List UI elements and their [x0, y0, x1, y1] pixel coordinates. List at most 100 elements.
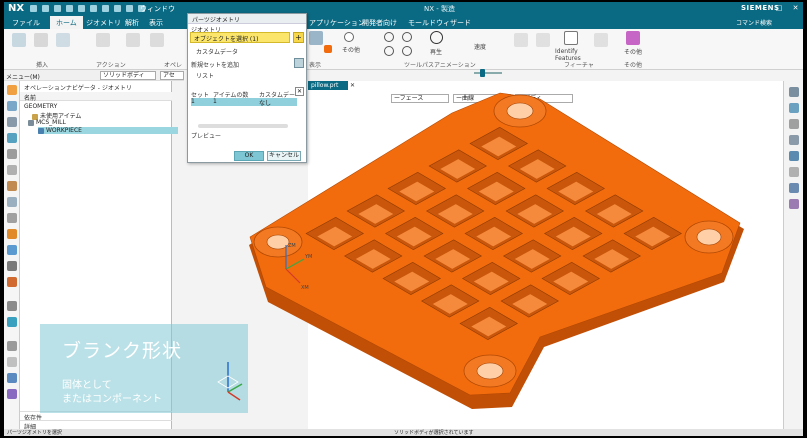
redo-icon[interactable] — [54, 5, 61, 12]
command-search[interactable]: コマンド検索 — [736, 18, 772, 27]
speed-slider-knob[interactable] — [480, 69, 485, 77]
display-icon[interactable] — [309, 31, 323, 45]
caption-overlay: ブランク形状 固体として またはコンポーネント — [40, 324, 248, 413]
paste-icon[interactable] — [90, 5, 97, 12]
copy-icon[interactable] — [78, 5, 85, 12]
save-icon[interactable] — [30, 5, 37, 12]
tab-application[interactable]: アプリケーション — [309, 18, 365, 28]
custom-data-section[interactable]: カスタムデータ — [196, 47, 238, 56]
add-new-set-button[interactable] — [294, 58, 304, 68]
cancel-button[interactable]: キャンセル — [267, 151, 301, 161]
touch-icon[interactable] — [114, 5, 121, 12]
tab-developer[interactable]: 開発者向け — [362, 18, 397, 28]
assembly-navigator-icon[interactable] — [7, 117, 17, 127]
dropdown-icon[interactable] — [126, 5, 133, 12]
web-browser-icon[interactable] — [7, 197, 17, 207]
postprocess-icon[interactable] — [150, 33, 164, 47]
chart-icon[interactable] — [7, 373, 17, 383]
tree-item-workpiece[interactable]: WORKPIECE — [38, 127, 178, 134]
cut-icon[interactable] — [66, 5, 73, 12]
document-icon[interactable] — [7, 357, 17, 367]
identify-features-icon[interactable] — [564, 31, 578, 45]
tab-view[interactable]: 表示 — [149, 18, 163, 28]
set-list-table: セット アイテムの数 カスタムデー 1 1 なし — [191, 90, 297, 107]
assembly-filter[interactable]: アセ — [160, 71, 184, 80]
analysis-icon[interactable] — [7, 389, 17, 399]
group-toolpath-animation: ツールパスアニメーション — [404, 62, 476, 69]
hd3d-icon[interactable] — [7, 181, 17, 191]
view-rotate-icon[interactable] — [789, 119, 799, 129]
step-back-icon[interactable] — [402, 32, 412, 42]
part-navigator-icon[interactable] — [7, 101, 17, 111]
type-filter[interactable]: ソリッドボディ — [100, 71, 156, 80]
palette-icon[interactable] — [7, 277, 17, 287]
table-row[interactable]: 1 1 なし — [191, 98, 297, 107]
layer-icon[interactable] — [789, 183, 799, 193]
preview-section[interactable]: プレビュー — [191, 131, 221, 140]
play-icon[interactable] — [430, 31, 443, 44]
create-geometry-icon[interactable] — [56, 33, 70, 47]
other-label-2: その他 — [624, 49, 643, 56]
system-scene-icon[interactable] — [7, 261, 17, 271]
view-style-icon[interactable] — [789, 167, 799, 177]
speed-slider[interactable] — [474, 72, 502, 74]
tools-icon[interactable] — [7, 301, 17, 311]
more-icon[interactable] — [344, 32, 354, 42]
select-object-row[interactable]: オブジェクトを選択 (1) — [190, 32, 290, 43]
rewind-icon[interactable] — [384, 32, 394, 42]
remove-set-icon[interactable]: ✕ — [295, 87, 304, 96]
roles-icon[interactable] — [7, 245, 17, 255]
clock-icon[interactable] — [7, 341, 17, 351]
details-panel[interactable]: 詳細 — [20, 420, 172, 431]
tab-analysis[interactable]: 解析 — [125, 18, 139, 28]
ribbon-tabs: ファイル ホーム ジオメトリ 解析 表示 アプリケーション 開発者向け モールド… — [4, 16, 803, 29]
tab-file[interactable]: ファイル — [12, 18, 40, 28]
stop-icon[interactable] — [384, 46, 394, 56]
verify-path-icon[interactable] — [126, 33, 140, 47]
create-tool-icon[interactable] — [34, 33, 48, 47]
history-icon[interactable] — [7, 213, 17, 223]
tab-home[interactable]: ホーム — [50, 16, 83, 29]
window-controls[interactable]: – □ ✕ — [762, 4, 802, 12]
undo-icon[interactable] — [42, 5, 49, 12]
repeat-icon[interactable] — [102, 5, 109, 12]
other-tools-icon[interactable] — [626, 31, 640, 45]
view-orient-icon[interactable] — [789, 151, 799, 161]
add-selection-icon[interactable]: + — [293, 32, 304, 43]
nx-window: NX ウィンドウ NX - 製造 SIEMENS – □ ✕ ファイル ホーム … — [4, 2, 803, 436]
dialog-title: パーツジオメトリ — [188, 14, 306, 24]
feature-icon-3[interactable] — [594, 33, 608, 47]
triad-y-label: YM — [304, 254, 312, 260]
tool-color-icon[interactable] — [324, 45, 332, 53]
tree-item-mcs-mill[interactable]: MCS_MILL — [28, 119, 66, 126]
group-feature: フィーチャ — [564, 62, 594, 69]
view-pan-icon[interactable] — [789, 135, 799, 145]
operation-navigator-icon[interactable] — [7, 133, 17, 143]
tab-geometry[interactable]: ジオメトリ — [86, 18, 121, 28]
list-scrollbar[interactable] — [198, 124, 288, 128]
list-section[interactable]: リスト — [196, 71, 214, 80]
selected-resource-icon[interactable] — [7, 317, 17, 327]
tab-mold-wizard[interactable]: モールドウィザード — [408, 18, 471, 28]
settings-icon[interactable] — [7, 85, 17, 95]
reuse-library-icon[interactable] — [7, 165, 17, 175]
section-view-icon[interactable] — [789, 199, 799, 209]
feature-icon-2[interactable] — [536, 33, 550, 47]
menu-button[interactable]: メニュー(M) — [6, 72, 40, 81]
view-zoom-icon[interactable] — [789, 103, 799, 113]
hole-top — [506, 102, 534, 120]
machine-tool-icon[interactable] — [7, 149, 17, 159]
view-fit-icon[interactable] — [789, 87, 799, 97]
generate-path-icon[interactable] — [96, 33, 110, 47]
window-menu[interactable]: ウィンドウ — [140, 4, 175, 14]
tree-item-geometry[interactable]: GEOMETRY — [24, 103, 57, 110]
ok-button[interactable]: OK — [234, 151, 264, 161]
coordinate-system-icon — [28, 119, 34, 126]
feature-icon-1[interactable] — [514, 33, 528, 47]
step-forward-icon[interactable] — [402, 46, 412, 56]
create-program-icon[interactable] — [12, 33, 26, 47]
selection-bar: メニュー(M) ソリッドボディ アセ — [4, 70, 184, 81]
name-column-header[interactable]: 名前 — [20, 92, 172, 102]
process-studio-icon[interactable] — [7, 229, 17, 239]
group-operation: オペレ — [164, 62, 183, 69]
